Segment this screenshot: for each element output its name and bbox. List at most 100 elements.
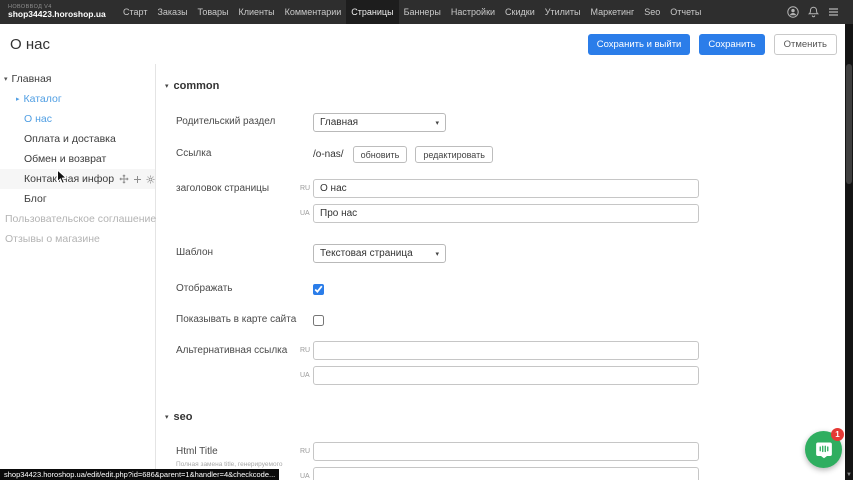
sidebar-item-user-agreement[interactable]: Пользовательское соглашение	[0, 209, 155, 229]
save-button[interactable]: Сохранить	[699, 34, 764, 55]
topnav-item-products[interactable]: Товары	[193, 0, 234, 24]
page-title: О нас	[10, 36, 50, 53]
topnav-item-start[interactable]: Старт	[118, 0, 152, 24]
field-label: заголовок страницы	[176, 179, 300, 196]
lang-tag-ru: RU	[300, 179, 313, 198]
status-bar-url: shop34423.horoshop.ua/edit/edit.php?id=6…	[0, 469, 279, 480]
form-row-display: Отображать	[176, 283, 324, 296]
form-row-parent-section: Родительский раздел Главная ▾	[176, 113, 446, 132]
move-icon[interactable]	[119, 174, 129, 184]
link-edit-button[interactable]: редактировать	[415, 146, 493, 163]
topnav-item-pages[interactable]: Страницы	[346, 0, 398, 24]
chevron-down-icon: ▾	[435, 119, 439, 127]
field-label: Родительский раздел	[176, 116, 313, 129]
menu-hamburger-icon[interactable]	[828, 7, 839, 17]
form-row-alt-link: Альтернативная ссылка RU UA	[176, 341, 699, 385]
lang-tag-ua: UA	[300, 467, 313, 480]
template-select[interactable]: Текстовая страница ▾	[313, 244, 446, 263]
link-update-button[interactable]: обновить	[353, 146, 408, 163]
sidebar-item-label: Отзывы о магазине	[5, 233, 100, 245]
scroll-down-arrow[interactable]: ▼	[845, 472, 853, 478]
sidebar-item-label: Обмен и возврат	[24, 153, 106, 165]
chat-widget-button[interactable]: 1	[805, 431, 842, 468]
sidebar-item-store-reviews[interactable]: Отзывы о магазине	[0, 229, 155, 249]
lang-tag-ua: UA	[300, 204, 313, 223]
user-account-icon[interactable]	[787, 6, 799, 18]
section-collapse-icon: ▾	[165, 82, 169, 90]
cancel-button[interactable]: Отменить	[774, 34, 837, 55]
sidebar-item-exchange-return[interactable]: Обмен и возврат	[0, 149, 155, 169]
page-title-ru-input[interactable]	[313, 179, 699, 198]
chat-unread-badge: 1	[831, 428, 844, 441]
form-row-sitemap: Показывать в карте сайта	[176, 314, 324, 327]
field-label-block: Html Title Полная замена title, генериру…	[176, 442, 300, 468]
pages-tree-sidebar: ▾ Главная ▸ Каталог О нас Оплата и доста…	[0, 64, 156, 480]
section-collapse-icon: ▾	[165, 413, 169, 421]
topnav-item-reports[interactable]: Отчеты	[665, 0, 706, 24]
topnav-item-settings[interactable]: Настройки	[446, 0, 500, 24]
sitemap-checkbox[interactable]	[313, 315, 324, 326]
topnav-item-seo[interactable]: Seo	[639, 0, 665, 24]
topnav-item-marketing[interactable]: Маркетинг	[585, 0, 639, 24]
html-title-ru-input[interactable]	[313, 442, 699, 461]
section-seo-header[interactable]: ▾ seo	[165, 411, 192, 423]
field-hint: Полная замена title, генерируемого	[176, 461, 300, 469]
page-title-ua-input[interactable]	[313, 204, 699, 223]
page-edit-form: ▾ common Родительский раздел Главная ▾ С…	[157, 64, 845, 480]
expand-arrow-icon[interactable]: ▸	[16, 95, 20, 103]
field-label: Отображать	[176, 283, 313, 296]
sidebar-item-label: Контактная инфор	[24, 173, 114, 185]
topnav-item-comments[interactable]: Комментарии	[280, 0, 347, 24]
form-row-template: Шаблон Текстовая страница ▾	[176, 244, 446, 263]
topbar: НОВОВВОД V4 shop34423.horoshop.ua Старт …	[0, 0, 853, 24]
lang-tag-ru: RU	[300, 442, 313, 461]
parent-section-select[interactable]: Главная ▾	[313, 113, 446, 132]
form-row-link: Ссылка /o-nas/ обновить редактировать	[176, 146, 501, 163]
display-checkbox[interactable]	[313, 284, 324, 295]
notifications-bell-icon[interactable]	[808, 6, 819, 18]
top-navigation: Старт Заказы Товары Клиенты Комментарии …	[118, 0, 706, 24]
sidebar-item-label: Каталог	[24, 93, 62, 105]
scrollbar-track[interactable]: ▼	[845, 24, 853, 480]
field-label: Показывать в карте сайта	[176, 314, 313, 327]
topnav-item-utilities[interactable]: Утилиты	[540, 0, 586, 24]
chat-bubble-icon	[815, 441, 833, 459]
sidebar-item-label: Пользовательское соглашение	[5, 213, 156, 225]
scrollbar-thumb[interactable]	[846, 64, 852, 184]
topnav-item-discounts[interactable]: Скидки	[500, 0, 540, 24]
alt-link-ru-input[interactable]	[313, 341, 699, 360]
topnav-item-clients[interactable]: Клиенты	[234, 0, 280, 24]
field-label: Альтернативная ссылка	[176, 341, 300, 358]
lang-tag-ua: UA	[300, 366, 313, 385]
app-window: НОВОВВОД V4 shop34423.horoshop.ua Старт …	[0, 0, 853, 480]
select-value: Главная	[320, 117, 358, 128]
shop-logo[interactable]: НОВОВВОД V4 shop34423.horoshop.ua	[0, 5, 118, 20]
link-value: /o-nas/	[313, 149, 344, 160]
sidebar-item-payment-delivery[interactable]: Оплата и доставка	[0, 129, 155, 149]
collapse-arrow-icon[interactable]: ▾	[4, 75, 8, 83]
sidebar-item-contact-info[interactable]: Контактная инфор	[0, 169, 155, 189]
sidebar-item-label: Оплата и доставка	[24, 133, 116, 145]
lang-tag-ru: RU	[300, 341, 313, 360]
sidebar-item-home[interactable]: ▾ Главная	[0, 69, 155, 89]
gear-icon[interactable]	[146, 175, 155, 184]
field-label: Ссылка	[176, 148, 313, 161]
sidebar-item-label: О нас	[24, 113, 52, 125]
shop-domain: shop34423.horoshop.ua	[8, 10, 118, 19]
section-common-header[interactable]: ▾ common	[165, 80, 219, 92]
field-label: Html Title	[176, 446, 300, 459]
sidebar-item-blog[interactable]: Блог	[0, 189, 155, 209]
topnav-item-banners[interactable]: Баннеры	[399, 0, 446, 24]
select-value: Текстовая страница	[320, 248, 413, 259]
html-title-ua-input[interactable]	[313, 467, 699, 480]
chevron-down-icon: ▾	[435, 250, 439, 258]
sidebar-item-label: Главная	[12, 73, 52, 85]
alt-link-ua-input[interactable]	[313, 366, 699, 385]
sidebar-item-catalog[interactable]: ▸ Каталог	[0, 89, 155, 109]
header-actions: Сохранить и выйти Сохранить Отменить	[588, 34, 843, 55]
add-page-icon[interactable]	[133, 175, 142, 184]
topnav-item-orders[interactable]: Заказы	[152, 0, 192, 24]
section-title: seo	[174, 411, 193, 423]
sidebar-item-about[interactable]: О нас	[0, 109, 155, 129]
save-and-exit-button[interactable]: Сохранить и выйти	[588, 34, 691, 55]
